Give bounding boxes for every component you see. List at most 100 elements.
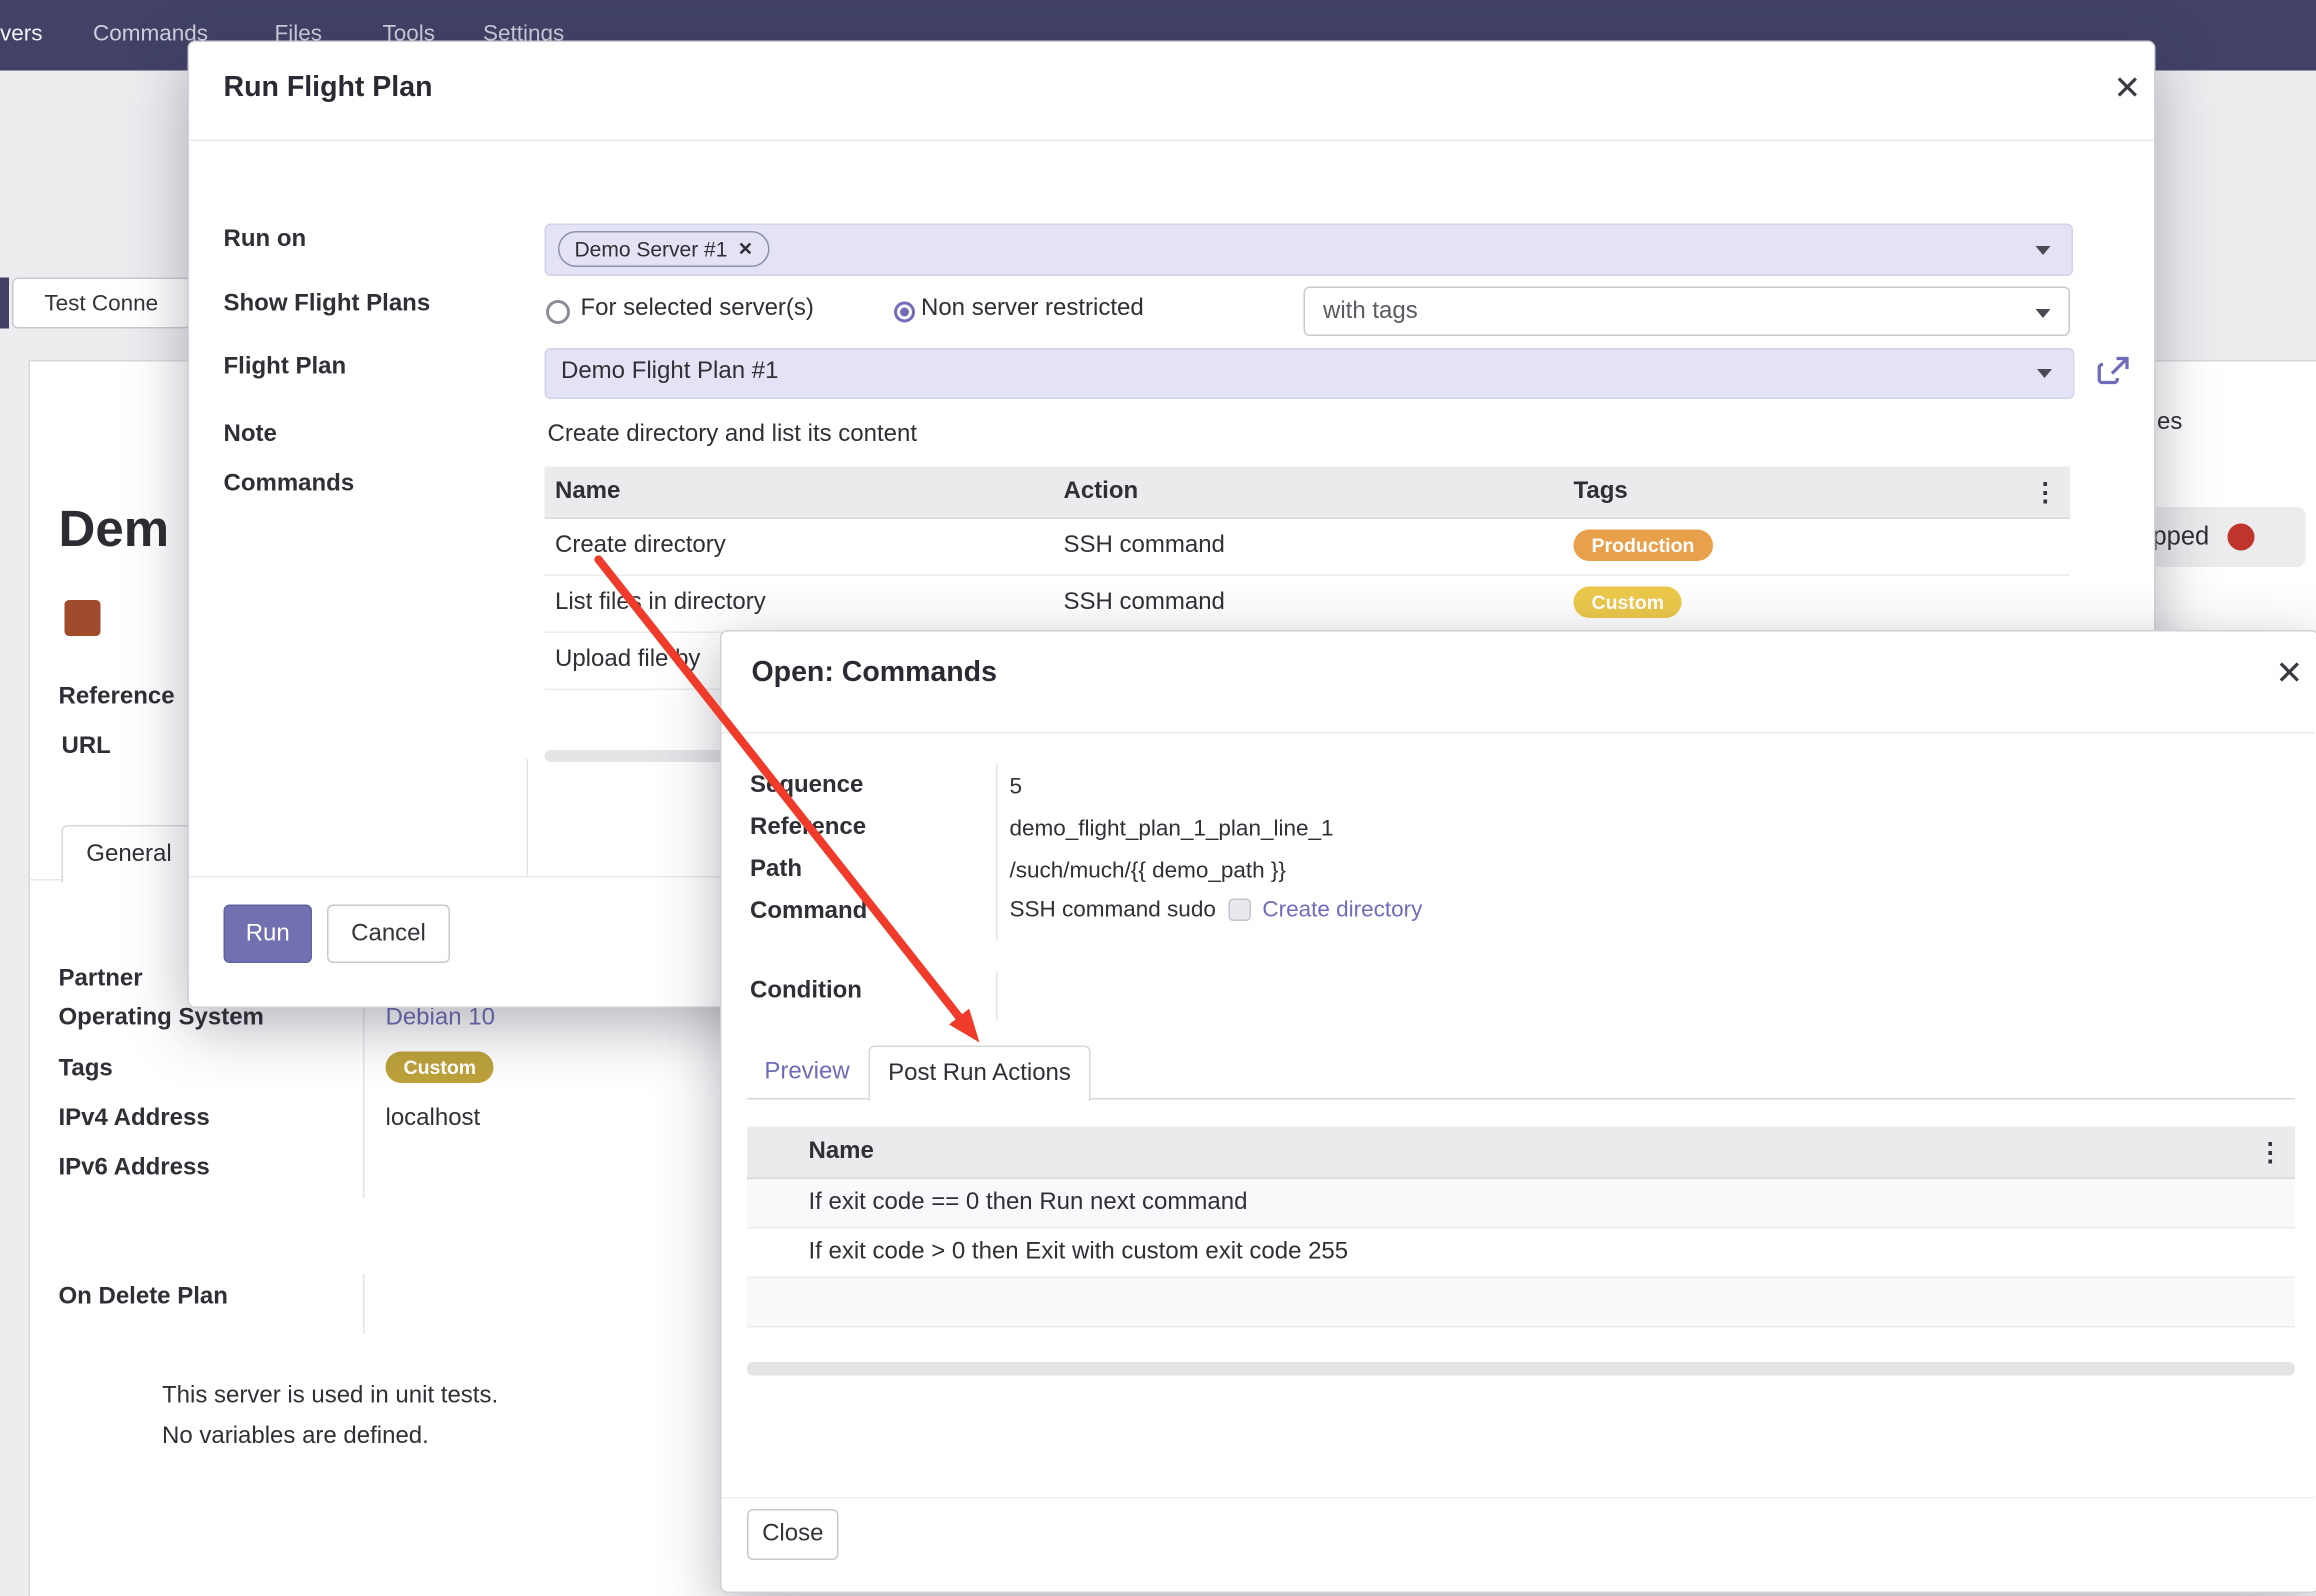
clipped-button-fragment <box>0 278 9 329</box>
table-row[interactable]: Create directory SSH command Production <box>545 519 2071 576</box>
flight-plan-select[interactable]: Demo Flight Plan #1 <box>545 348 2075 399</box>
cancel-button-label: Cancel <box>351 920 426 947</box>
row-name: Upload file by <box>555 647 700 674</box>
close-icon[interactable]: ✕ <box>2276 657 2304 690</box>
run-on-field[interactable]: Demo Server #1 ✕ <box>545 224 2074 277</box>
row-tag-badge: Production <box>1574 530 1713 562</box>
table-row[interactable]: List files in directory SSH command Cust… <box>545 576 2071 633</box>
sequence-label: Sequence <box>750 773 863 800</box>
tab-post-run-actions-label: Post Run Actions <box>888 1061 1071 1088</box>
condition-label: Condition <box>750 978 862 1005</box>
tab-general-label: General <box>86 841 171 868</box>
with-tags-value: with tags <box>1323 299 1418 326</box>
note-text: Create directory and list its content <box>548 422 918 449</box>
kebab-menu-icon[interactable]: ⋮ <box>2033 480 2059 506</box>
row-action: SSH command <box>1064 533 1225 560</box>
command-value: SSH command sudo <box>1010 897 1216 923</box>
ipv4-label: IPv4 Address <box>59 1106 210 1133</box>
server-tag-label: Demo Server #1 <box>575 237 728 261</box>
col-tags[interactable]: Tags <box>1574 479 1628 506</box>
condition-divider-line <box>996 972 998 1020</box>
commands-label: Commands <box>224 471 355 498</box>
field-divider-line-2 <box>363 1274 365 1334</box>
server-tag-chip[interactable]: Demo Server #1 ✕ <box>558 231 770 267</box>
tags-label: Tags <box>59 1056 113 1083</box>
row-tag-badge: Custom <box>1574 587 1683 619</box>
test-connection-label: Test Conne <box>44 290 158 316</box>
create-directory-link[interactable]: Create directory <box>1262 897 1422 923</box>
run-button-label: Run <box>246 920 290 947</box>
row-action: SSH command <box>1064 590 1225 617</box>
close-button-label: Close <box>762 1521 823 1548</box>
path-value: /such/much/{{ demo_path }} <box>1010 858 1286 884</box>
radio-non-server-restricted-label[interactable]: Non server restricted <box>921 296 1144 323</box>
chevron-down-icon[interactable] <box>2036 309 2051 318</box>
os-value-link[interactable]: Debian 10 <box>386 1005 495 1032</box>
on-delete-plan-label: On Delete Plan <box>59 1284 228 1311</box>
table-row-empty <box>747 1278 2295 1328</box>
close-icon[interactable]: ✕ <box>2114 72 2142 105</box>
unit-test-note-line2: No variables are defined. <box>162 1424 429 1451</box>
run-on-label: Run on <box>224 227 307 254</box>
row-name: Create directory <box>555 533 726 560</box>
cancel-button[interactable]: Cancel <box>327 905 450 964</box>
status-label-clipped: pped <box>2153 522 2210 552</box>
nav-item-servers[interactable]: vers <box>0 21 43 47</box>
create-directory-checkbox[interactable] <box>1228 899 1251 922</box>
col-name[interactable]: Name <box>555 479 620 506</box>
tab-general[interactable]: General <box>62 825 197 882</box>
radio-selected-dot <box>900 308 909 317</box>
server-color-swatch[interactable] <box>65 600 101 636</box>
status-dot-icon <box>2227 524 2254 551</box>
run-button[interactable]: Run <box>224 905 313 964</box>
sheet-divider-line <box>527 759 529 876</box>
actions-table-header: Name ⋮ <box>747 1127 2295 1180</box>
command-label: Command <box>750 899 867 926</box>
chevron-down-icon[interactable] <box>2036 246 2051 255</box>
run-modal-title: Run Flight Plan <box>224 72 433 105</box>
col-action[interactable]: Action <box>1064 479 1139 506</box>
radio-for-selected-servers-label[interactable]: For selected server(s) <box>581 296 814 323</box>
radio-for-selected-servers[interactable] <box>546 300 570 324</box>
remove-tag-icon[interactable]: ✕ <box>738 239 753 260</box>
ipv4-value: localhost <box>386 1106 481 1133</box>
status-badge: pped <box>2138 507 2306 567</box>
modal-header-divider <box>189 140 2154 142</box>
tab-post-run-actions[interactable]: Post Run Actions <box>869 1046 1091 1102</box>
note-label: Note <box>224 422 277 449</box>
table-row[interactable]: If exit code == 0 then Run next command <box>747 1179 2295 1229</box>
external-link-icon[interactable] <box>2097 354 2132 389</box>
tab-preview[interactable]: Preview <box>759 1047 855 1098</box>
modal-footer-divider <box>722 1497 2315 1499</box>
reference-label: Reference <box>59 684 175 711</box>
col-name[interactable]: Name <box>809 1139 874 1166</box>
os-label: Operating System <box>59 1005 264 1032</box>
close-button[interactable]: Close <box>747 1509 839 1560</box>
flight-plan-value: Demo Flight Plan #1 <box>561 359 778 386</box>
ipv6-label: IPv6 Address <box>59 1155 210 1182</box>
modal-header-divider <box>722 732 2315 734</box>
row-name: If exit code == 0 then Run next command <box>809 1190 1248 1217</box>
chevron-down-icon[interactable] <box>2037 369 2052 378</box>
with-tags-select[interactable]: with tags <box>1304 287 2071 337</box>
sequence-value: 5 <box>1010 774 1023 800</box>
test-connection-button[interactable]: Test Conne <box>12 278 191 329</box>
path-label: Path <box>750 857 802 884</box>
kebab-menu-icon[interactable]: ⋮ <box>2258 1140 2284 1166</box>
horizontal-scrollbar[interactable] <box>747 1362 2295 1376</box>
fields-divider-line <box>996 764 998 941</box>
smart-button-clipped-label[interactable]: es <box>2157 410 2182 437</box>
partner-label: Partner <box>59 966 143 993</box>
screen: vers Commands Files Tools Settings Test … <box>0 0 2316 1596</box>
command-value-row: SSH command sudo Create directory <box>1010 897 1423 923</box>
tab-preview-label: Preview <box>764 1059 849 1086</box>
radio-non-server-restricted[interactable] <box>894 302 915 323</box>
commands-table-header: Name Action Tags ⋮ <box>545 467 2071 520</box>
table-row[interactable]: If exit code > 0 then Exit with custom e… <box>747 1229 2295 1279</box>
url-label: URL <box>62 734 111 761</box>
show-flight-plans-label: Show Flight Plans <box>224 291 431 318</box>
flight-plan-label: Flight Plan <box>224 354 347 381</box>
tags-badge[interactable]: Custom <box>386 1052 495 1084</box>
unit-test-note-line1: This server is used in unit tests. <box>162 1383 498 1410</box>
commands-modal-title: Open: Commands <box>752 657 997 690</box>
